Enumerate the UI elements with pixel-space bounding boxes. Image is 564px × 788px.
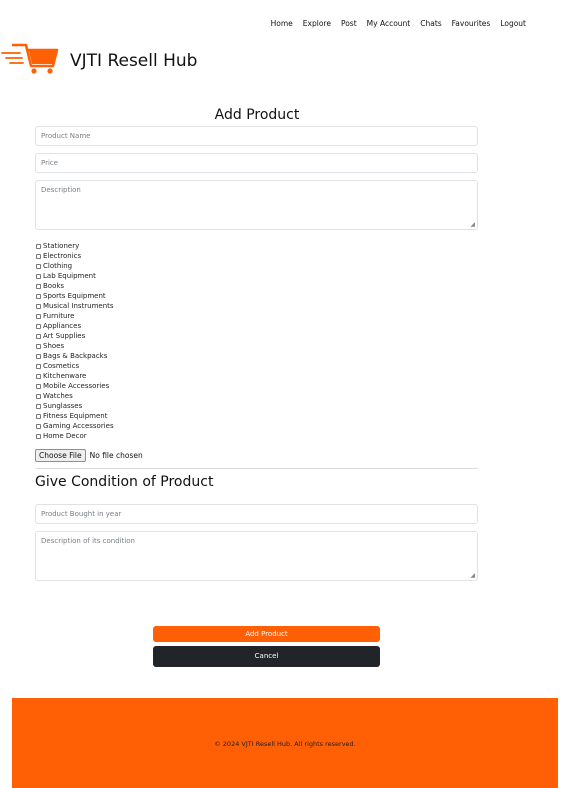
nav-home-link[interactable]: Home — [271, 19, 293, 28]
category-checkbox-furniture[interactable]: Furniture — [36, 311, 114, 321]
category-label: Books — [43, 282, 65, 290]
category-checkbox-clothing[interactable]: Clothing — [36, 261, 114, 271]
category-label: Watches — [43, 392, 73, 400]
brand: VJTI Resell Hub — [0, 42, 197, 80]
category-label: Cosmetics — [43, 362, 80, 370]
footer-copyright: © 2024 VJTI Resell Hub. All rights reser… — [214, 740, 356, 748]
file-upload: Choose File No file chosen — [35, 449, 143, 462]
bought-year-input[interactable]: Product Bought in year — [35, 504, 478, 524]
category-checkbox-sunglasses[interactable]: Sunglasses — [36, 401, 114, 411]
checkbox-icon[interactable] — [36, 333, 41, 339]
checkbox-icon[interactable] — [36, 413, 41, 419]
category-checkbox-lab-equipment[interactable]: Lab Equipment — [36, 271, 114, 281]
category-checkbox-books[interactable]: Books — [36, 281, 114, 291]
category-label: Musical Instruments — [43, 302, 114, 310]
category-checkbox-list: Stationery Electronics Clothing Lab Equi… — [36, 241, 114, 441]
category-label: Electronics — [43, 252, 82, 260]
checkbox-icon[interactable] — [36, 283, 41, 289]
price-input[interactable]: Price — [35, 153, 478, 173]
nav-post-link[interactable]: Post — [341, 19, 357, 28]
nav-chats-link[interactable]: Chats — [420, 19, 441, 28]
choose-file-button[interactable]: Choose File — [35, 449, 86, 462]
shopping-cart-icon — [0, 42, 60, 80]
category-checkbox-cosmetics[interactable]: Cosmetics — [36, 361, 114, 371]
add-product-button[interactable]: Add Product — [153, 626, 380, 642]
checkbox-icon[interactable] — [36, 433, 41, 439]
nav-explore-link[interactable]: Explore — [303, 19, 331, 28]
category-checkbox-mobile-accessories[interactable]: Mobile Accessories — [36, 381, 114, 391]
condition-description-textarea[interactable]: Description of its condition ◢ — [35, 531, 478, 581]
category-label: Art Supplies — [43, 332, 86, 340]
category-checkbox-fitness-equipment[interactable]: Fitness Equipment — [36, 411, 114, 421]
category-checkbox-musical-instruments[interactable]: Musical Instruments — [36, 301, 114, 311]
category-checkbox-electronics[interactable]: Electronics — [36, 251, 114, 261]
checkbox-icon[interactable] — [36, 423, 41, 429]
category-checkbox-kitchenware[interactable]: Kitchenware — [36, 371, 114, 381]
nav-favourites-link[interactable]: Favourites — [452, 19, 491, 28]
description-placeholder: Description — [41, 186, 81, 194]
nav-my-account-link[interactable]: My Account — [367, 19, 411, 28]
file-status: No file chosen — [89, 451, 143, 460]
checkbox-icon[interactable] — [36, 253, 41, 259]
checkbox-icon[interactable] — [36, 383, 41, 389]
brand-title: VJTI Resell Hub — [70, 51, 198, 71]
footer: © 2024 VJTI Resell Hub. All rights reser… — [12, 698, 558, 788]
checkbox-icon[interactable] — [36, 403, 41, 409]
nav-logout-link[interactable]: Logout — [500, 19, 526, 28]
category-label: Appliances — [43, 322, 82, 330]
condition-heading: Give Condition of Product — [35, 474, 214, 490]
category-checkbox-appliances[interactable]: Appliances — [36, 321, 114, 331]
checkbox-icon[interactable] — [36, 273, 41, 279]
category-label: Mobile Accessories — [43, 382, 110, 390]
condition-description-placeholder: Description of its condition — [41, 537, 135, 545]
checkbox-icon[interactable] — [36, 323, 41, 329]
checkbox-icon[interactable] — [36, 243, 41, 249]
checkbox-icon[interactable] — [36, 303, 41, 309]
category-label: Stationery — [43, 242, 80, 250]
category-checkbox-shoes[interactable]: Shoes — [36, 341, 114, 351]
checkbox-icon[interactable] — [36, 353, 41, 359]
checkbox-icon[interactable] — [36, 373, 41, 379]
checkbox-icon[interactable] — [36, 293, 41, 299]
divider — [35, 468, 478, 469]
category-label: Lab Equipment — [43, 272, 96, 280]
product-name-input[interactable]: Product Name — [35, 126, 478, 146]
description-textarea[interactable]: Description ◢ — [35, 180, 478, 230]
category-label: Furniture — [43, 312, 75, 320]
category-checkbox-bags-backpacks[interactable]: Bags & Backpacks — [36, 351, 114, 361]
category-label: Sports Equipment — [43, 292, 106, 300]
top-nav: Home Explore Post My Account Chats Favou… — [271, 19, 526, 28]
category-label: Gaming Accessories — [43, 422, 114, 430]
category-label: Shoes — [43, 342, 65, 350]
category-checkbox-home-decor[interactable]: Home Decor — [36, 431, 114, 441]
category-label: Bags & Backpacks — [43, 352, 108, 360]
add-product-heading: Add Product — [214, 107, 300, 123]
resize-grip-icon[interactable]: ◢ — [470, 573, 475, 579]
resize-grip-icon[interactable]: ◢ — [470, 222, 475, 228]
category-label: Clothing — [43, 262, 73, 270]
checkbox-icon[interactable] — [36, 313, 41, 319]
category-checkbox-gaming-accessories[interactable]: Gaming Accessories — [36, 421, 114, 431]
cancel-button[interactable]: Cancel — [153, 646, 380, 667]
category-label: Home Decor — [43, 432, 87, 440]
checkbox-icon[interactable] — [36, 393, 41, 399]
category-checkbox-stationery[interactable]: Stationery — [36, 241, 114, 251]
category-label: Sunglasses — [43, 402, 83, 410]
checkbox-icon[interactable] — [36, 343, 41, 349]
checkbox-icon[interactable] — [36, 363, 41, 369]
category-checkbox-sports-equipment[interactable]: Sports Equipment — [36, 291, 114, 301]
category-checkbox-art-supplies[interactable]: Art Supplies — [36, 331, 114, 341]
checkbox-icon[interactable] — [36, 263, 41, 269]
category-checkbox-watches[interactable]: Watches — [36, 391, 114, 401]
category-label: Kitchenware — [43, 372, 87, 380]
category-label: Fitness Equipment — [43, 412, 108, 420]
